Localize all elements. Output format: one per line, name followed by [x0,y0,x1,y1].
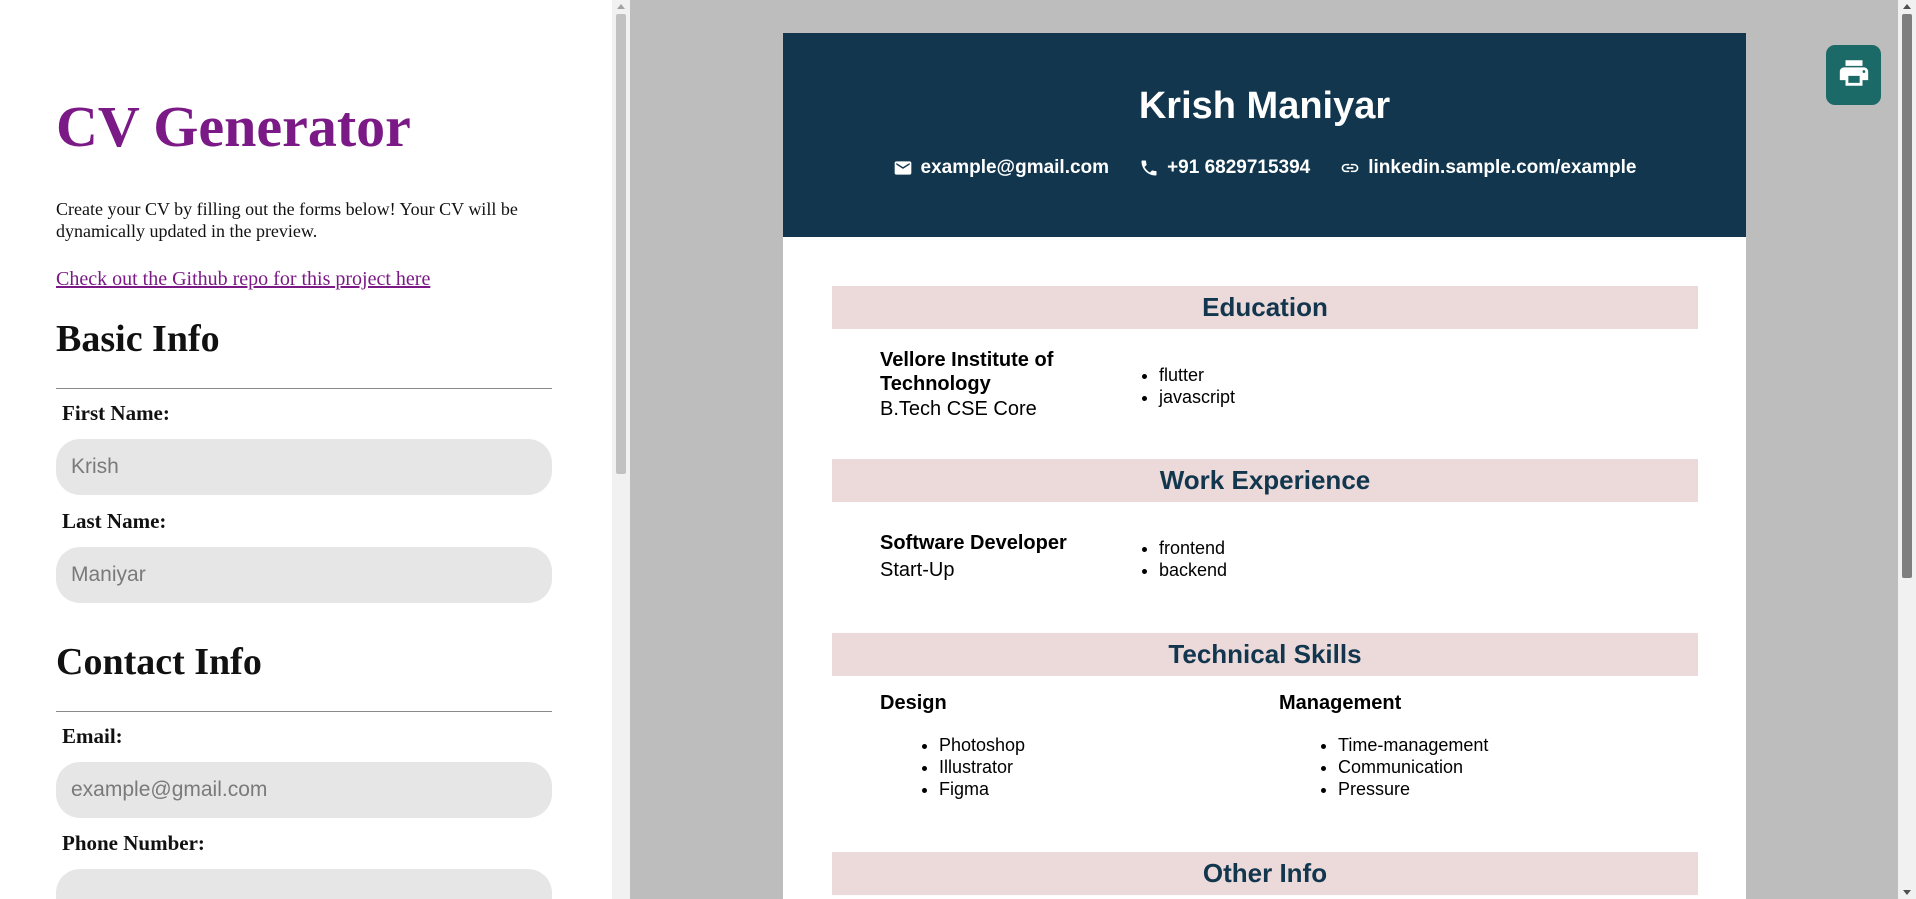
work-experience-heading: Work Experience [832,459,1698,502]
education-item-list: flutter javascript [1139,364,1235,408]
contact-info-heading: Contact Info [56,641,262,683]
last-name-input[interactable] [56,547,552,603]
cv-contact-phone: +91 6829715394 [1139,157,1310,179]
cv-contact-email: example@gmail.com [893,157,1110,179]
management-skill-list: Time-management Communication Pressure [1318,734,1488,800]
preview-scrollbar-thumb[interactable] [1902,14,1912,578]
github-repo-link[interactable]: Check out the Github repo for this proje… [56,268,430,291]
email-label: Email: [62,724,123,748]
link-icon [1340,158,1360,178]
scroll-down-arrow-icon[interactable] [1903,890,1911,895]
scroll-up-arrow-icon[interactable] [617,4,625,9]
education-degree: B.Tech CSE Core [880,398,1037,420]
list-item: Figma [939,778,1025,800]
first-name-input[interactable] [56,439,552,495]
contact-info-divider [56,711,552,712]
print-icon [1837,56,1871,94]
first-name-label: First Name: [62,401,170,425]
design-skill-list: Photoshop Illustrator Figma [919,734,1025,800]
list-item: backend [1159,559,1227,581]
cv-contact-link: linkedin.sample.com/example [1340,157,1636,179]
form-scrollbar-thumb[interactable] [616,14,626,474]
email-input[interactable] [56,762,552,818]
cv-page: Krish Maniyar example@gmail.com +91 6829… [783,33,1746,899]
other-info-heading: Other Info [832,852,1698,895]
cv-link-text: linkedin.sample.com/example [1368,157,1637,178]
phone-input[interactable] [56,869,552,899]
cv-header: Krish Maniyar example@gmail.com +91 6829… [783,33,1746,237]
list-item: flutter [1159,364,1235,386]
cv-email-text: example@gmail.com [920,157,1110,178]
form-scrollbar[interactable] [612,0,630,899]
scroll-up-arrow-icon[interactable] [1903,4,1911,9]
phone-label: Phone Number: [62,831,205,855]
skill-group-design: Design [880,692,947,714]
list-item: Time-management [1338,734,1488,756]
list-item: frontend [1159,537,1227,559]
work-role: Software Developer [880,532,1067,554]
app-description: Create your CV by filling out the forms … [56,199,518,241]
last-name-label: Last Name: [62,509,167,533]
print-button[interactable] [1826,45,1881,105]
list-item: Illustrator [939,756,1025,778]
education-heading: Education [832,286,1698,329]
cv-name: Krish Maniyar [1138,85,1391,127]
preview-scrollbar[interactable] [1898,0,1916,899]
list-item: Pressure [1338,778,1488,800]
cv-phone-text: +91 6829715394 [1167,157,1311,178]
work-company: Start-Up [880,559,955,581]
basic-info-heading: Basic Info [56,318,220,360]
list-item: javascript [1159,386,1235,408]
form-panel: CV Generator Create your CV by filling o… [0,0,612,899]
basic-info-divider [56,388,552,389]
phone-icon [1139,158,1159,178]
list-item: Communication [1338,756,1488,778]
cv-preview-area: Krish Maniyar example@gmail.com +91 6829… [630,0,1898,899]
list-item: Photoshop [939,734,1025,756]
mail-icon [893,158,913,178]
education-institution: Vellore Institute of Technology [880,349,1054,395]
skill-group-management: Management [1279,692,1402,714]
app-title: CV Generator [56,94,411,159]
cv-contact-row: example@gmail.com +91 6829715394 linkedi… [783,157,1746,179]
technical-skills-heading: Technical Skills [832,633,1698,676]
work-item-list: frontend backend [1139,537,1227,581]
